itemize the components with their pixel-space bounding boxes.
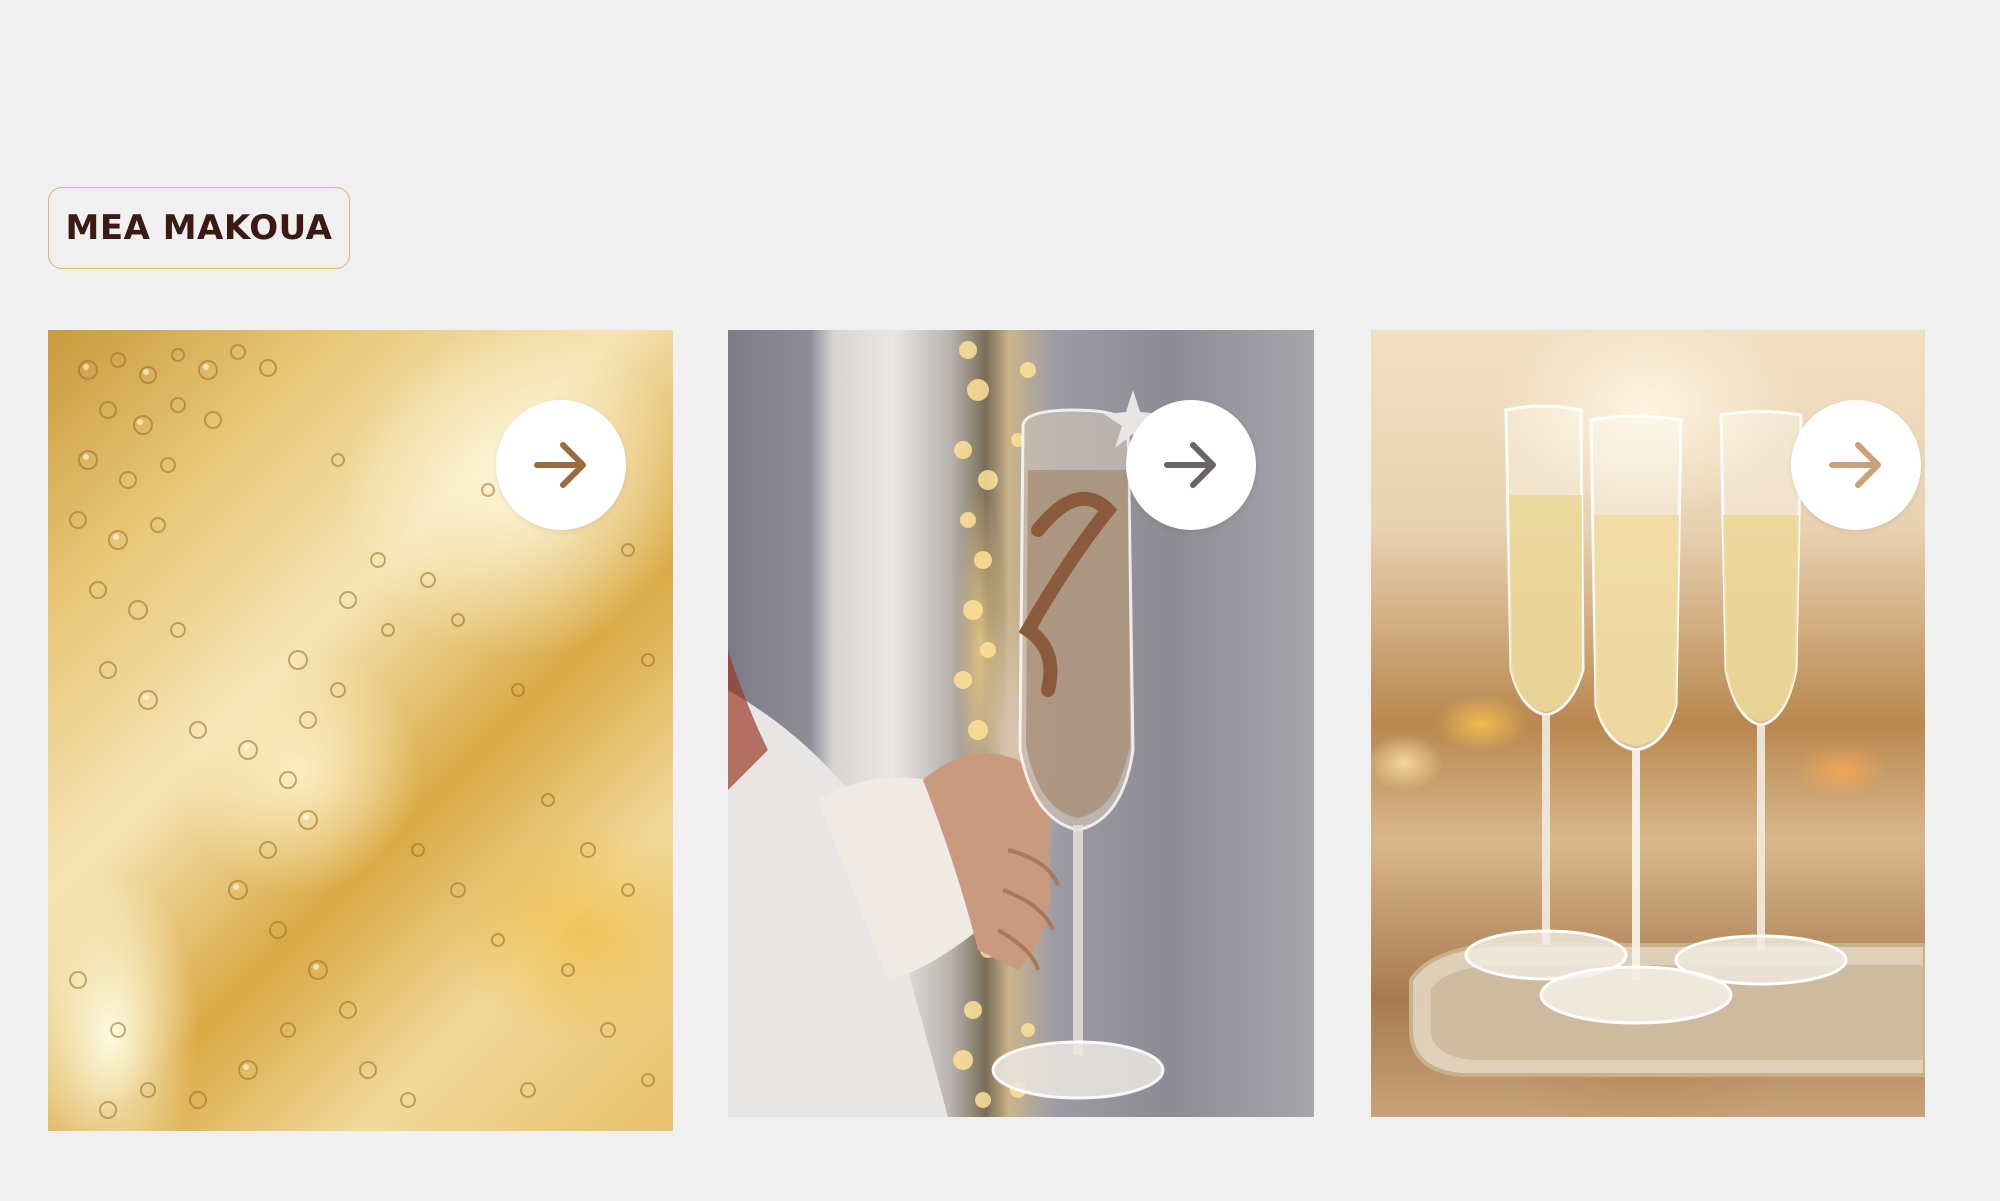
arrow-right-icon [1829, 442, 1881, 488]
arrow-right-icon [534, 442, 586, 488]
section-tag: MEA MAKOUA [48, 187, 350, 269]
section-tag-label: MEA MAKOUA [65, 208, 333, 248]
card-champagne-bubbles[interactable] [48, 330, 673, 1131]
card-hand-champagne-flute[interactable] [728, 330, 1314, 1117]
card-three-champagne-flutes[interactable] [1371, 330, 1925, 1117]
card-3-arrow-button[interactable] [1791, 400, 1921, 530]
card-2-arrow-button[interactable] [1126, 400, 1256, 530]
card-1-arrow-button[interactable] [496, 400, 626, 530]
arrow-right-icon [1164, 442, 1216, 488]
